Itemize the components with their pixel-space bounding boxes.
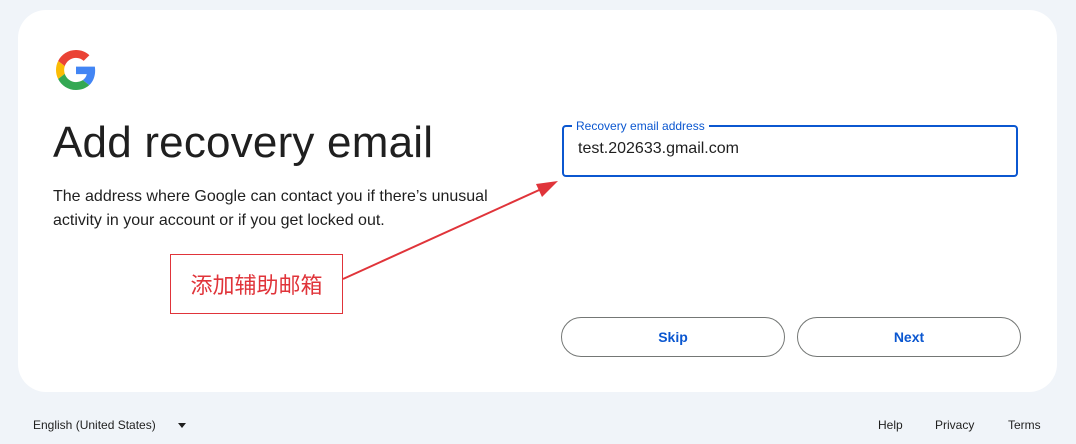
page-title: Add recovery email bbox=[53, 118, 434, 167]
annotation-box: 添加辅助邮箱 bbox=[170, 254, 343, 314]
terms-link[interactable]: Terms bbox=[1008, 418, 1041, 432]
language-selector[interactable]: English (United States) bbox=[33, 418, 186, 432]
signin-card: Add recovery email The address where Goo… bbox=[18, 10, 1057, 392]
dropdown-caret-icon bbox=[177, 422, 186, 428]
recovery-email-label: Recovery email address bbox=[572, 118, 709, 134]
privacy-link[interactable]: Privacy bbox=[935, 418, 974, 432]
recovery-email-field[interactable]: Recovery email address bbox=[562, 118, 1018, 177]
google-logo-icon bbox=[56, 50, 96, 90]
page-description: The address where Google can contact you… bbox=[53, 188, 488, 229]
recovery-email-input[interactable] bbox=[578, 140, 998, 158]
language-label: English (United States) bbox=[33, 418, 156, 432]
next-button[interactable]: Next bbox=[797, 317, 1021, 357]
help-link[interactable]: Help bbox=[878, 418, 903, 432]
skip-button[interactable]: Skip bbox=[561, 317, 785, 357]
annotation-text: 添加辅助邮箱 bbox=[190, 274, 323, 299]
